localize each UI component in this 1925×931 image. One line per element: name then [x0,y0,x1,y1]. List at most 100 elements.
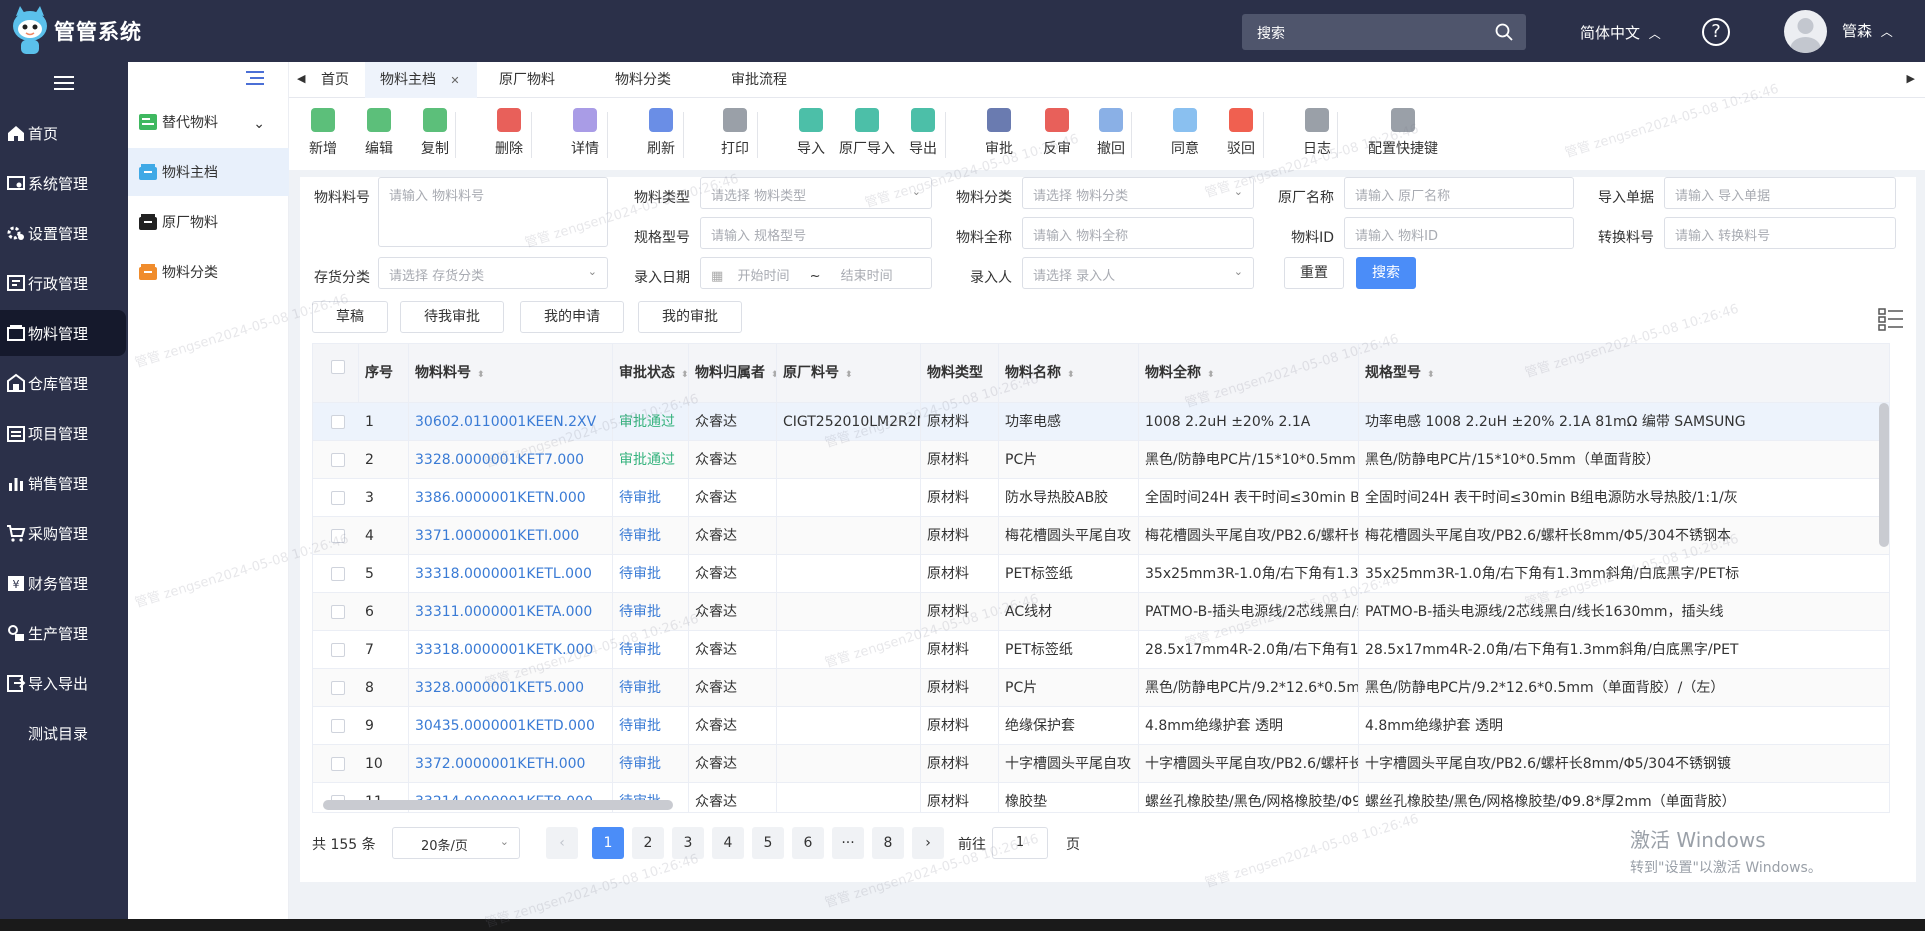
shortcut-config-button[interactable]: 配置快捷键 [1361,108,1445,158]
sidebar-item-material[interactable]: 物料管理 [0,310,126,356]
vertical-scrollbar[interactable] [1879,403,1889,547]
sidebar-item-settings[interactable]: 设置管理 [0,210,128,256]
search-icon[interactable] [1494,22,1514,42]
row-checkbox[interactable] [331,681,345,695]
user-menu[interactable]: 管森 ︿ [1842,20,1893,41]
withdraw-button[interactable]: 撤回 [1081,108,1141,158]
sidebar-item-production[interactable]: 生产管理 [0,610,128,656]
tab-factory-material[interactable]: 原厂物料 [487,62,567,98]
cell-code[interactable]: 30602.0110001KEEN.2XV [409,403,613,441]
add-button[interactable]: 新增 [293,108,353,158]
sidebar-item-warehouse[interactable]: 仓库管理 [0,360,128,406]
sidebar-item-finance[interactable]: ¥ 财务管理 [0,560,128,606]
factory-import-button[interactable]: 原厂导入 [837,108,897,158]
cell-code[interactable]: 3328.0000001KET5.000 [409,669,613,707]
refresh-button[interactable]: 刷新 [631,108,691,158]
edit-button[interactable]: 编辑 [349,108,409,158]
reject-button[interactable]: 驳回 [1211,108,1271,158]
material-category-select[interactable]: 请选择 物料分类 ⌄ [1022,177,1254,209]
global-search[interactable]: 搜索 [1242,14,1526,50]
agree-button[interactable]: 同意 [1155,108,1215,158]
row-checkbox[interactable] [331,567,345,581]
sidebar-item-system[interactable]: 系统管理 [0,160,128,206]
page-size-select[interactable]: 20条/页 ⌄ [392,827,520,859]
row-checkbox[interactable] [331,491,345,505]
close-icon[interactable]: ✕ [448,74,462,88]
entry-person-select[interactable]: 请选择 录入人 ⌄ [1022,257,1254,289]
col-factory-no-header[interactable]: 原厂料号 ⬍ [777,344,921,403]
tab-approval-flow[interactable]: 审批流程 [719,62,799,98]
table-row[interactable]: 8 3328.0000001KET5.000 待审批 众睿达 原材料 PC片 黑色/防静电P… [313,669,1889,707]
col-code-header[interactable]: 物料料号 ⬍ [409,344,613,403]
tab-scroll-right-icon[interactable]: ▶ [1907,72,1915,85]
subside-item-master[interactable]: 物料主档 [128,148,289,196]
factory-name-input[interactable]: 请输入 原厂名称 [1344,177,1574,209]
print-button[interactable]: 打印 [705,108,765,158]
material-type-select[interactable]: 请选择 物料类型 ⌄ [700,177,932,209]
horizontal-scrollbar[interactable] [323,800,673,810]
prev-page-button[interactable]: ‹ [546,827,578,859]
column-settings-icon[interactable] [1878,307,1904,331]
detail-button[interactable]: 详情 [555,108,615,158]
col-full-header[interactable]: 物料全称 ⬍ [1139,344,1359,403]
material-id-input[interactable]: 请输入 物料ID [1344,217,1574,249]
sidebar-item-project[interactable]: 项目管理 [0,410,128,456]
row-checkbox[interactable] [331,453,345,467]
page-button[interactable]: 6 [792,827,824,859]
col-owner-header[interactable]: 物料归属者⬍ [689,344,777,403]
sort-icon[interactable]: ⬍ [681,370,688,380]
col-name-header[interactable]: 物料名称 ⬍ [999,344,1139,403]
row-checkbox[interactable] [331,415,345,429]
table-row[interactable]: 3 3386.0000001KETN.000 待审批 众睿达 原材料 防水导热胶AB胶 全固… [313,479,1889,517]
subside-item-replace[interactable]: 替代物料 ⌄ [128,98,289,146]
approve-button[interactable]: 审批 [969,108,1029,158]
convert-no-input[interactable]: 请输入 转换料号 [1664,217,1896,249]
col-status-header[interactable]: 审批状态 ⬍ [613,344,689,403]
row-checkbox[interactable] [331,605,345,619]
tab-material-category[interactable]: 物料分类 [603,62,683,98]
sort-icon[interactable]: ⬍ [1207,370,1215,380]
page-button[interactable]: 5 [752,827,784,859]
table-row[interactable]: 4 3371.0000001KETI.000 待审批 众睿达 原材料 梅花槽圆头平尾自攻梅… [313,517,1889,555]
sidebar-item-purchase[interactable]: 采购管理 [0,510,128,556]
brand[interactable]: 管管系统 [10,6,142,56]
select-all-checkbox[interactable] [331,360,345,374]
full-name-input[interactable]: 请输入 物料全称 [1022,217,1254,249]
sidebar-item-home[interactable]: 首页 [0,110,128,156]
menu-toggle-icon[interactable] [54,75,74,91]
row-checkbox[interactable] [331,643,345,657]
reverse-approve-button[interactable]: 反审 [1027,108,1087,158]
sidebar-item-sales[interactable]: 销售管理 [0,460,128,506]
sort-icon[interactable]: ⬍ [1067,370,1075,380]
table-row[interactable]: 5 33318.0000001KETL.000 待审批 众睿达 原材料 PET标签纸 35x… [313,555,1889,593]
tab-scroll-left-icon[interactable]: ◀ [297,72,305,85]
reset-button[interactable]: 重置 [1284,257,1344,289]
table-row[interactable]: 1 30602.0110001KEEN.2XV 审批通过 众睿达 CIGT252010L… [313,403,1889,441]
collapse-menu-icon[interactable] [246,70,264,86]
cell-code[interactable]: 3328.0000001KET7.000 [409,441,613,479]
page-button[interactable]: 1 [592,827,624,859]
tab-home[interactable]: 首页 [309,62,361,98]
avatar[interactable] [1784,10,1827,53]
question-circle-icon[interactable]: ? [1702,18,1730,46]
table-row[interactable]: 2 3328.0000001KET7.000 审批通过 众睿达 原材料 PC片 黑色/防静电… [313,441,1889,479]
table-row[interactable]: 9 30435.0000001KETD.000 待审批 众睿达 原材料 绝缘保护套 4.8m… [313,707,1889,745]
cell-code[interactable]: 3371.0000001KETI.000 [409,517,613,555]
sidebar-item-admin[interactable]: 行政管理 [0,260,128,306]
page-button[interactable]: 4 [712,827,744,859]
page-button[interactable]: 3 [672,827,704,859]
page-button[interactable]: 8 [872,827,904,859]
log-button[interactable]: 日志 [1287,108,1347,158]
row-checkbox[interactable] [331,529,345,543]
import-button[interactable]: 导入 [781,108,841,158]
col-spec-header[interactable]: 规格型号 ⬍ [1359,344,1889,403]
cell-code[interactable]: 3372.0000001KETH.000 [409,745,613,783]
table-row[interactable]: 6 33311.0000001KETA.000 待审批 众睿达 原材料 AC线材 PATMO… [313,593,1889,631]
sidebar-item-import-export[interactable]: 导入导出 [0,660,128,706]
tab-material-master[interactable]: 物料主档 ✕ [365,62,477,98]
table-row[interactable]: 7 33318.0000001KETK.000 待审批 众睿达 原材料 PET标签纸 28.… [313,631,1889,669]
sidebar-item-test[interactable]: 测试目录 [0,710,128,756]
copy-button[interactable]: 复制 [405,108,465,158]
sort-icon[interactable]: ⬍ [1427,370,1435,380]
quick-tab-pending-me[interactable]: 待我审批 [400,301,504,333]
